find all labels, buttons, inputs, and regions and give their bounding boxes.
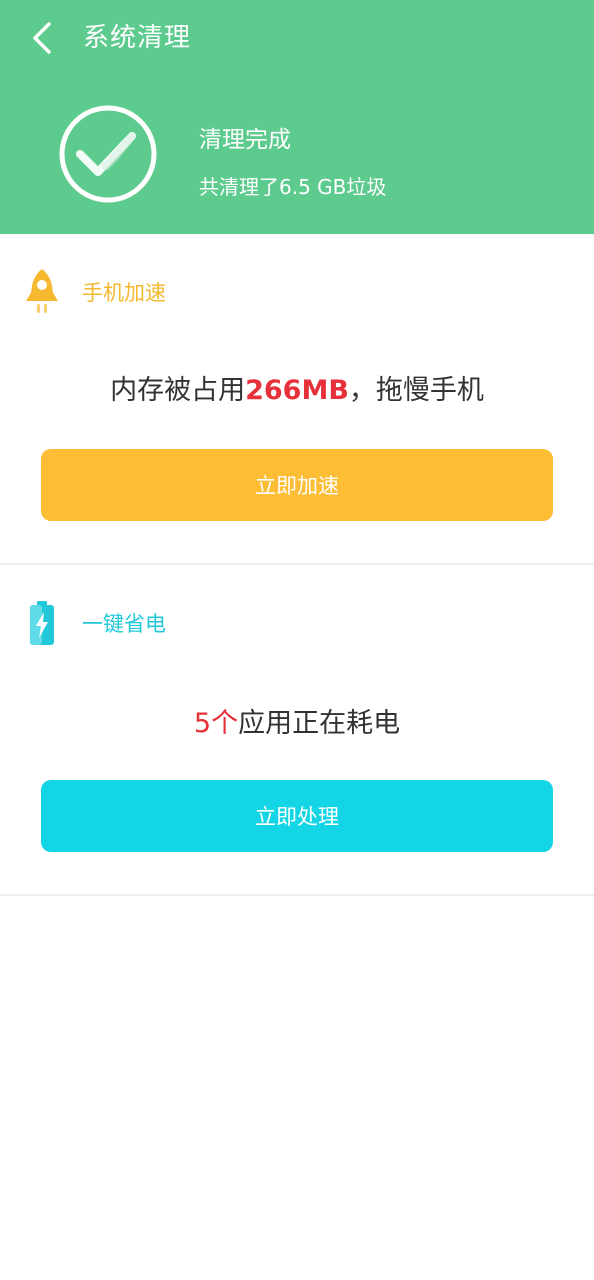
back-button[interactable] — [22, 18, 62, 58]
draining-app-count: 5个 — [193, 708, 239, 739]
cleanup-status-subtitle: 共清理了6.5 GB垃圾 — [199, 175, 387, 199]
rocket-icon — [22, 264, 62, 320]
battery-drain-message: 5个应用正在耗电 — [0, 701, 594, 740]
phone-speedup-card: 手机加速 内存被占用266MB，拖慢手机 立即加速 — [0, 234, 594, 565]
chevron-left-icon — [33, 22, 51, 54]
memory-message-prefix: 内存被占用 — [110, 375, 246, 406]
check-circle-icon — [58, 104, 158, 204]
phone-speedup-label: 手机加速 — [82, 281, 166, 305]
speedup-now-button[interactable]: 立即加速 — [41, 449, 553, 521]
power-saving-header: 一键省电 — [22, 595, 166, 651]
battery-icon — [22, 595, 62, 651]
page-title: 系统清理 — [83, 23, 192, 53]
memory-usage-value: 266MB — [245, 375, 349, 406]
memory-usage-message: 内存被占用266MB，拖慢手机 — [0, 368, 594, 407]
power-saving-label: 一键省电 — [82, 612, 166, 636]
battery-message-suffix: 应用正在耗电 — [238, 708, 401, 739]
phone-speedup-header: 手机加速 — [22, 264, 166, 320]
cleanup-status-title: 清理完成 — [199, 127, 291, 153]
memory-message-suffix: ，拖慢手机 — [348, 375, 484, 406]
process-now-button[interactable]: 立即处理 — [41, 780, 553, 852]
header: 系统清理 清理完成 共清理了6.5 GB垃圾 — [0, 0, 594, 234]
power-saving-card: 一键省电 5个应用正在耗电 立即处理 — [0, 565, 594, 896]
